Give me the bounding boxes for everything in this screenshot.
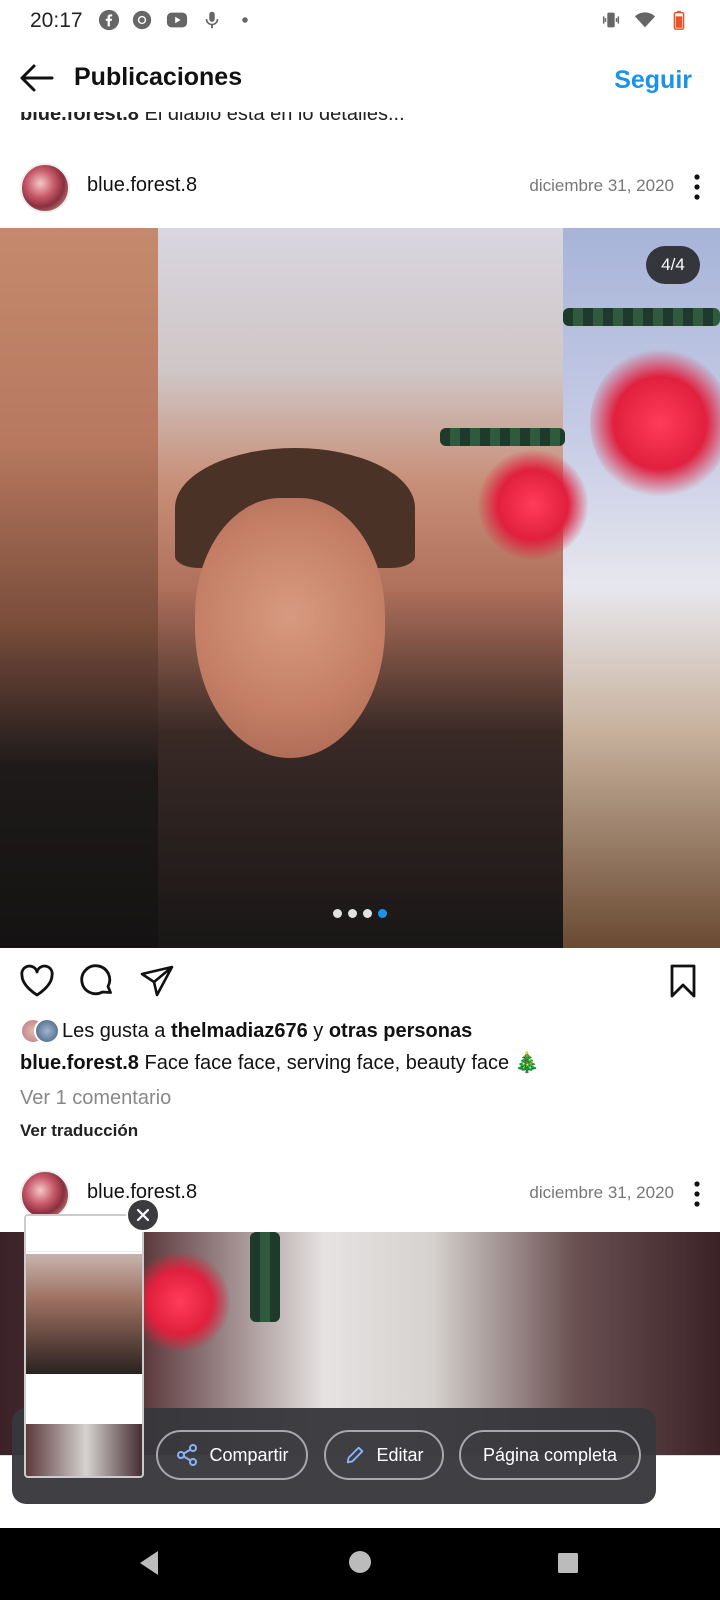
comment-icon[interactable] <box>78 962 116 1000</box>
page-title: Publicaciones <box>74 63 243 91</box>
pencil-icon <box>347 1446 364 1464</box>
edit-screenshot-button[interactable]: Editar <box>324 1430 444 1480</box>
likes-prefix: Les gusta a <box>62 1019 166 1042</box>
app-header: Publicaciones Seguir <box>0 44 720 112</box>
full-page-button[interactable]: Página completa <box>459 1430 641 1480</box>
avatar[interactable] <box>20 1170 70 1220</box>
post-action-bar <box>0 958 720 1008</box>
follow-button[interactable]: Seguir <box>614 66 692 95</box>
chrome-icon <box>132 10 152 30</box>
likes-others[interactable]: otras personas <box>329 1020 472 1043</box>
system-navigation-bar <box>0 1528 720 1600</box>
garland-decoration <box>563 308 720 326</box>
poinsettia-decoration <box>130 1252 230 1352</box>
collage-right-panel <box>563 228 720 948</box>
poinsettia-decoration <box>590 348 720 498</box>
system-icons <box>600 9 690 31</box>
post-date: diciembre 31, 2020 <box>529 176 674 195</box>
edit-button-label: Editar <box>376 1444 424 1465</box>
share-icon <box>177 1444 198 1466</box>
battery-icon <box>673 10 685 30</box>
view-comments-link[interactable]: Ver 1 comentario <box>20 1087 171 1110</box>
share-screenshot-button[interactable]: Compartir <box>156 1430 308 1480</box>
garland-decoration <box>250 1232 280 1322</box>
like-heart-icon[interactable] <box>18 962 56 1000</box>
thumbnail-image <box>26 1424 142 1476</box>
carousel-dot-active <box>378 909 387 918</box>
avatar[interactable] <box>20 163 70 213</box>
status-bar: 20:17 <box>0 0 720 44</box>
share-send-icon[interactable] <box>138 962 176 1000</box>
carousel-counter-badge: 4/4 <box>646 246 700 284</box>
post-caption: blue.forest.8 Face face face, serving fa… <box>20 1050 540 1075</box>
poinsettia-decoration <box>478 450 588 560</box>
back-triangle-icon[interactable] <box>136 1548 162 1578</box>
screenshot-thumbnail[interactable] <box>24 1214 144 1478</box>
carousel-dot <box>333 909 342 918</box>
more-options-icon[interactable] <box>690 1178 704 1210</box>
carousel-dot <box>348 909 357 918</box>
close-icon <box>136 1208 150 1222</box>
bookmark-icon[interactable] <box>664 962 702 1000</box>
caption-text: Face face face, serving face, beauty fac… <box>144 1052 540 1074</box>
recents-square-icon[interactable] <box>557 1552 579 1574</box>
post-username[interactable]: blue.forest.8 <box>87 174 197 197</box>
carousel-dot <box>363 909 372 918</box>
face-shape <box>195 498 385 758</box>
carousel-dots <box>0 909 720 918</box>
notification-icons <box>98 9 256 31</box>
caption-username[interactable]: blue.forest.8 <box>20 1052 139 1074</box>
youtube-icon <box>166 12 188 28</box>
likes-user[interactable]: thelmadiaz676 <box>171 1020 308 1043</box>
post-image-carousel[interactable]: 4/4 <box>0 228 720 948</box>
facebook-icon <box>98 9 120 31</box>
likes-row[interactable]: Les gusta a thelmadiaz676 y otras person… <box>20 1016 472 1046</box>
home-circle-icon[interactable] <box>348 1550 372 1574</box>
see-translation-link[interactable]: Ver traducción <box>20 1121 138 1141</box>
back-arrow-icon[interactable] <box>16 62 56 94</box>
post-date: diciembre 31, 2020 <box>529 1183 674 1202</box>
close-thumbnail-button[interactable] <box>126 1198 160 1232</box>
status-time: 20:17 <box>30 9 83 32</box>
more-options-icon[interactable] <box>690 171 704 203</box>
avatar <box>34 1018 60 1044</box>
likes-join: y <box>313 1019 324 1042</box>
dot-icon <box>242 17 248 23</box>
full-page-button-label: Página completa <box>482 1444 618 1465</box>
thumbnail-image <box>26 1254 142 1374</box>
mic-icon <box>205 11 219 29</box>
share-button-label: Compartir <box>209 1444 289 1465</box>
garland-decoration <box>440 428 565 446</box>
vibrate-icon <box>602 12 620 28</box>
collage-left-panel <box>0 228 158 948</box>
wifi-icon <box>634 12 656 28</box>
liker-avatars <box>20 1018 60 1044</box>
